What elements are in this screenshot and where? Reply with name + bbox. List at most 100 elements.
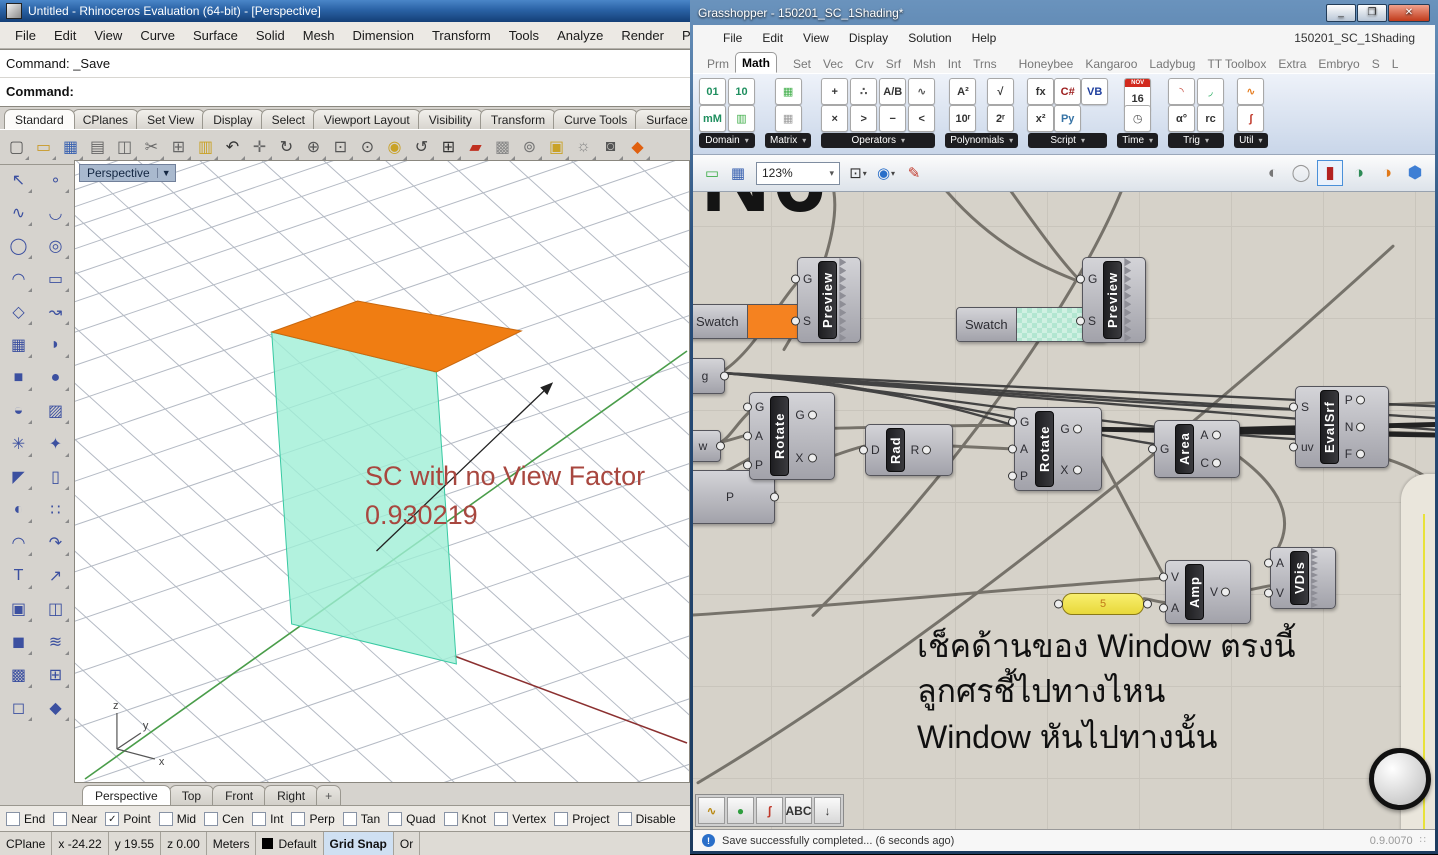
input-port[interactable]: D [868, 444, 883, 456]
component-icon[interactable]: Py [1054, 105, 1081, 132]
save-icon[interactable]: ▦ [57, 134, 84, 161]
component-icon[interactable]: C# [1054, 78, 1081, 105]
output-port[interactable]: G [1057, 423, 1072, 435]
component-icon[interactable]: 10 [728, 78, 755, 105]
open-document-icon[interactable]: ▭ [701, 162, 723, 184]
window-stub[interactable]: w [693, 430, 721, 462]
osnap-toggle[interactable]: Perp [291, 812, 339, 826]
component-icon[interactable]: √ [987, 78, 1014, 105]
gh-menu-item[interactable]: View [793, 29, 839, 47]
component-icon[interactable]: ◞ [1197, 78, 1224, 105]
gh-menu-item[interactable]: Help [962, 29, 1007, 47]
output-port[interactable]: V [1207, 586, 1221, 598]
solid-tool[interactable]: ◼ [6, 630, 31, 654]
cplane-icon[interactable]: ⊚ [516, 134, 543, 161]
component-icon[interactable]: < [908, 105, 935, 132]
toolbar-tab[interactable]: Viewport Layout [313, 109, 421, 129]
osnap-toggle[interactable]: Project [554, 812, 614, 826]
category-tab[interactable]: Prm [701, 54, 735, 73]
zoom-dynamic-icon[interactable]: ◉ [381, 134, 408, 161]
print-icon[interactable]: ▤ [84, 134, 111, 161]
text-widget-icon[interactable]: ABC [785, 797, 812, 824]
shield-icon[interactable]: ◆ [624, 134, 651, 161]
rhino-command-area[interactable]: Command: _Save Command: [0, 49, 690, 107]
status-cell[interactable]: y 19.55 [109, 832, 161, 855]
cylinder-tool[interactable]: ◒ [6, 399, 31, 423]
checkbox-icon[interactable] [159, 812, 173, 826]
input-port[interactable]: S [1298, 401, 1317, 413]
osnap-toggle[interactable]: Disable [618, 812, 681, 826]
check-tool[interactable]: ◻ [6, 696, 31, 720]
geometry-stub[interactable]: g [693, 358, 725, 394]
component-icon[interactable]: + [821, 78, 848, 105]
component-icon[interactable]: ▥ [728, 105, 755, 132]
viewport-tab[interactable]: Top [169, 785, 214, 805]
component-icon[interactable]: A² [949, 78, 976, 105]
rotate-view-icon[interactable]: ↻ [273, 134, 300, 161]
toolbar-tab[interactable]: Set View [136, 109, 205, 129]
sketch-pen-icon[interactable]: ✎ [903, 162, 925, 184]
component-icon[interactable]: ▦ [775, 105, 802, 132]
lock-icon[interactable]: ◙ [597, 134, 624, 161]
output-port[interactable]: R [908, 444, 923, 456]
osnap-toggle[interactable]: Near [53, 812, 102, 826]
radians-component[interactable]: D Rad R [865, 424, 953, 476]
hatch-tool[interactable]: ≋ [43, 630, 68, 654]
canvas-compass-widget[interactable] [1369, 748, 1431, 810]
polygon-tool[interactable]: ◇ [6, 300, 31, 324]
component-icon[interactable]: α° [1168, 105, 1195, 132]
status-cell[interactable]: Or [394, 832, 420, 855]
undo-view-icon[interactable]: ↺ [408, 134, 435, 161]
osnap-toggle[interactable]: Point [105, 812, 155, 826]
category-tab[interactable]: S [1366, 54, 1386, 73]
status-cell[interactable]: Grid Snap [324, 832, 394, 855]
category-tab[interactable]: Srf [880, 54, 907, 73]
zoom-window-icon[interactable]: ⊡ [327, 134, 354, 161]
preview-eye-icon[interactable]: ◉ [875, 162, 897, 184]
component-icon[interactable]: ∿ [908, 78, 935, 105]
evaluate-surface-component[interactable]: S uv EvalSrf P N F [1295, 386, 1389, 468]
osnap-toggle[interactable]: Quad [388, 812, 440, 826]
toolbar-tab[interactable]: Standard [4, 109, 75, 129]
component-icon[interactable]: ◝ [1168, 78, 1195, 105]
zoom-level-select[interactable]: 123% [756, 162, 840, 185]
status-cell[interactable]: CPlane [0, 832, 52, 855]
output-port[interactable]: N [1342, 421, 1357, 433]
toolbar-tab[interactable]: Transform [480, 109, 556, 129]
light-icon[interactable]: ☼ [570, 134, 597, 161]
ellipse-tool[interactable]: ◎ [43, 234, 68, 258]
output-port[interactable]: C [1197, 457, 1212, 469]
component-icon[interactable]: VB [1081, 78, 1108, 105]
shaded-preview-icon[interactable]: ▮ [1317, 160, 1343, 186]
input-port[interactable]: S [800, 315, 815, 327]
output-port[interactable]: G [792, 409, 807, 421]
color-tool[interactable]: ◐ [6, 498, 31, 522]
properties-icon[interactable]: ◫ [111, 134, 138, 161]
checkbox-icon[interactable] [204, 812, 218, 826]
group-label[interactable]: Script [1028, 133, 1107, 148]
surface-revolve-tool[interactable]: ◗ [43, 333, 68, 357]
rhino-menu-item[interactable]: Transform [423, 26, 500, 45]
rhino-menu-item[interactable]: Curve [131, 26, 184, 45]
osnap-toggle[interactable]: Mid [159, 812, 201, 826]
select-tool[interactable]: ↖ [6, 168, 31, 192]
input-port[interactable]: G [800, 273, 815, 285]
category-tab[interactable]: Int [942, 54, 967, 73]
group-label[interactable]: Trig [1168, 133, 1224, 148]
cut-icon[interactable]: ✂ [138, 134, 165, 161]
rotate-component[interactable]: G A P Rotate G X [749, 392, 835, 480]
ghost-preview-icon[interactable]: ◯ [1289, 161, 1313, 185]
input-port[interactable]: A [1168, 602, 1182, 614]
preview-component[interactable]: G S Preview [797, 257, 861, 343]
sphere-tool[interactable]: ● [43, 366, 68, 390]
viewport-tab[interactable]: Perspective [82, 785, 171, 805]
checkbox-icon[interactable] [618, 812, 632, 826]
gh-menu-item[interactable]: Solution [898, 29, 961, 47]
gh-menu-item[interactable]: Edit [752, 29, 793, 47]
component-icon[interactable]: > [850, 105, 877, 132]
component-icon[interactable]: fx [1027, 78, 1054, 105]
mesh-quality-icon[interactable]: ⬢ [1403, 161, 1427, 185]
component-icon[interactable]: 2ʳ [987, 105, 1014, 132]
input-port[interactable]: G [1157, 443, 1172, 455]
rhino-menu-item[interactable]: Dimension [344, 26, 423, 45]
